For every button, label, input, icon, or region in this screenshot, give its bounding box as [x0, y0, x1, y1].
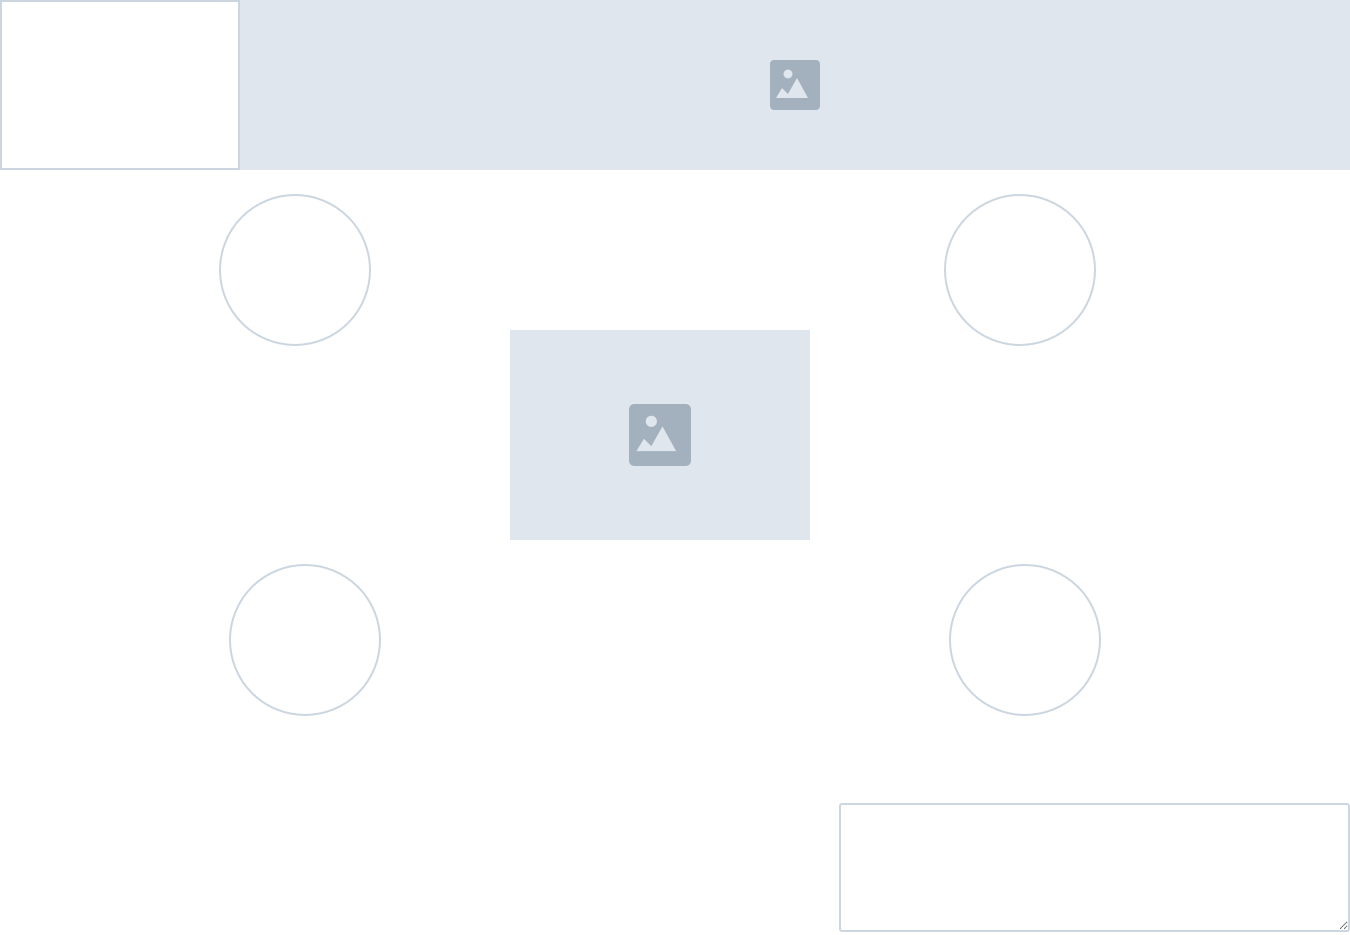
top-left-box: [0, 0, 240, 170]
text-area[interactable]: [839, 803, 1350, 932]
avatar-circle-bottom-left: [229, 564, 381, 716]
image-placeholder-icon: [770, 60, 820, 110]
center-image: [510, 330, 810, 540]
avatar-circle-top-left: [219, 194, 371, 346]
banner-image: [240, 0, 1350, 170]
avatar-circle-top-right: [944, 194, 1096, 346]
image-placeholder-icon: [629, 404, 691, 466]
avatar-circle-bottom-right: [949, 564, 1101, 716]
